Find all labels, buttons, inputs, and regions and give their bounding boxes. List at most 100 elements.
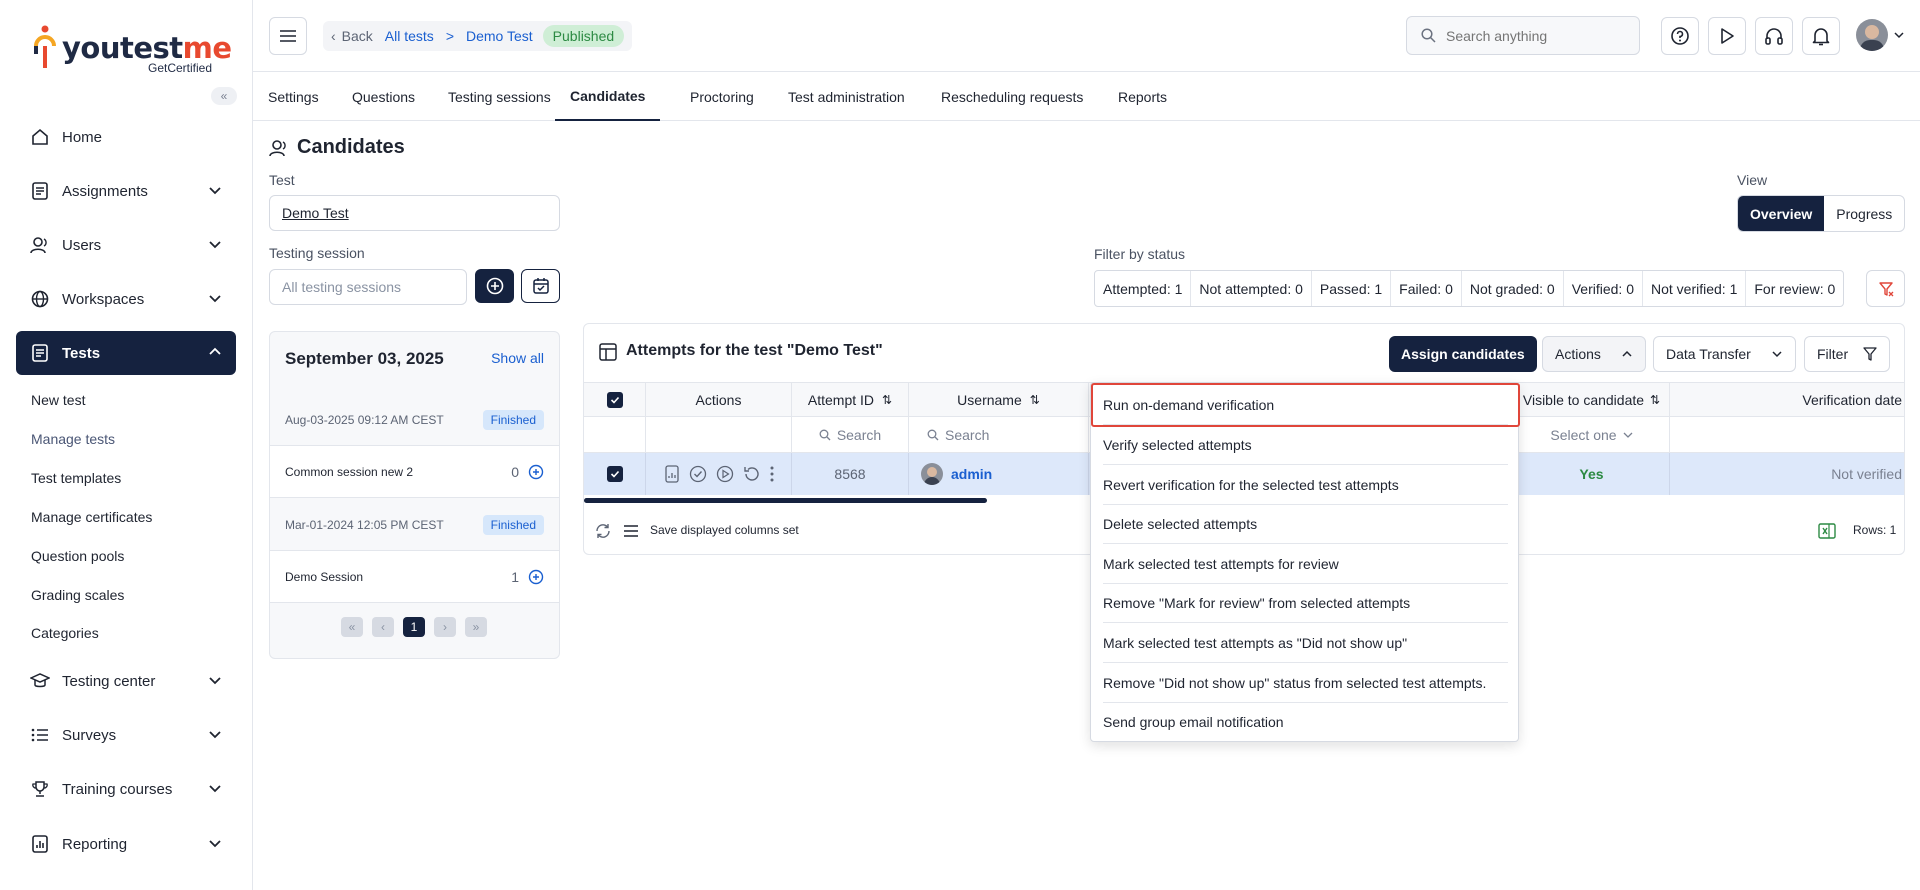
user-menu[interactable] <box>1856 19 1904 51</box>
menu-item-mark-no-show[interactable]: Mark selected test attempts as "Did not … <box>1103 623 1508 663</box>
session-row[interactable]: Common session new 2 0 <box>270 446 559 498</box>
breadcrumb: ‹ Back All tests > Demo Test Published <box>323 21 633 51</box>
actions-button[interactable]: Actions <box>1542 336 1646 372</box>
tab-rescheduling-requests[interactable]: Rescheduling requests <box>941 72 1083 121</box>
row-checkbox[interactable] <box>606 466 623 482</box>
menu-toggle-button[interactable] <box>269 17 307 55</box>
filter-attempted[interactable]: Attempted: 1 <box>1095 271 1192 306</box>
tab-reports[interactable]: Reports <box>1118 72 1167 121</box>
menu-item-delete-attempts[interactable]: Delete selected attempts <box>1103 504 1508 544</box>
clear-filter-button[interactable] <box>1866 270 1905 307</box>
page-number[interactable]: 1 <box>403 617 425 637</box>
excel-export-icon[interactable] <box>1818 522 1836 540</box>
view-overview-button[interactable]: Overview <box>1738 196 1825 231</box>
visible-filter-select[interactable]: Select one <box>1514 417 1670 453</box>
view-progress-button[interactable]: Progress <box>1824 196 1904 231</box>
tab-proctoring[interactable]: Proctoring <box>690 72 754 121</box>
horizontal-scrollbar[interactable] <box>584 498 987 503</box>
sidebar-item-workspaces[interactable]: Workspaces <box>16 277 236 321</box>
test-select[interactable]: Demo Test <box>269 195 560 231</box>
sidebar-item-reporting[interactable]: Reporting <box>16 822 236 866</box>
session-row[interactable]: Aug-03-2025 09:12 AM CEST Finished <box>270 394 559 446</box>
select-all-checkbox[interactable] <box>606 391 623 408</box>
sidebar-item-home[interactable]: Home <box>16 115 236 159</box>
column-header-verification-date[interactable]: Verification date <box>1670 382 1904 417</box>
first-page-button[interactable]: « <box>341 617 363 637</box>
sidebar-subitem-question-pools[interactable]: Question pools <box>31 548 124 564</box>
test-value-link[interactable]: Demo Test <box>282 205 349 221</box>
plus-circle-icon <box>486 277 504 295</box>
prev-page-button[interactable]: ‹ <box>372 617 394 637</box>
tab-questions[interactable]: Questions <box>352 72 415 121</box>
filter-passed[interactable]: Passed: 1 <box>1312 271 1392 306</box>
sidebar-subitem-manage-certificates[interactable]: Manage certificates <box>31 509 152 525</box>
tab-settings[interactable]: Settings <box>268 72 319 121</box>
more-icon[interactable] <box>770 466 774 482</box>
filter-icon <box>1863 347 1877 361</box>
menu-item-revert-verification[interactable]: Revert verification for the selected tes… <box>1103 465 1508 505</box>
back-link[interactable]: Back <box>342 28 373 44</box>
data-transfer-button[interactable]: Data Transfer <box>1653 336 1796 372</box>
revert-icon[interactable] <box>743 465 761 483</box>
menu-item-run-verification[interactable]: Run on-demand verification <box>1103 385 1508 425</box>
filter-not-graded[interactable]: Not graded: 0 <box>1462 271 1564 306</box>
sidebar-item-training-courses[interactable]: Training courses <box>16 767 236 811</box>
save-columns-link[interactable]: Save displayed columns set <box>650 523 799 537</box>
last-page-button[interactable]: » <box>465 617 487 637</box>
sidebar-item-surveys[interactable]: Surveys <box>16 713 236 757</box>
sidebar-subitem-grading-scales[interactable]: Grading scales <box>31 587 124 603</box>
menu-item-remove-review[interactable]: Remove "Mark for review" from selected a… <box>1103 583 1508 623</box>
sidebar-item-assignments[interactable]: Assignments <box>16 169 236 213</box>
tab-candidates[interactable]: Candidates <box>555 72 661 121</box>
play-button[interactable] <box>1708 17 1746 55</box>
username-search[interactable]: Search <box>909 417 1089 453</box>
session-row[interactable]: Demo Session 1 <box>270 551 559 603</box>
filter-not-attempted[interactable]: Not attempted: 0 <box>1191 271 1312 306</box>
columns-menu-icon[interactable] <box>623 525 639 537</box>
column-header-attempt-id[interactable]: Attempt ID ⇅ <box>792 382 909 417</box>
add-session-button[interactable] <box>475 269 514 303</box>
sidebar-subitem-new-test[interactable]: New test <box>31 392 85 408</box>
filter-not-verified[interactable]: Not verified: 1 <box>1643 271 1747 306</box>
next-page-button[interactable]: › <box>434 617 456 637</box>
username-link[interactable]: admin <box>951 466 992 482</box>
refresh-icon[interactable] <box>594 522 612 540</box>
play-circle-icon[interactable] <box>716 465 734 483</box>
breadcrumb-all-tests[interactable]: All tests <box>385 28 434 44</box>
menu-item-send-email[interactable]: Send group email notification <box>1103 702 1508 742</box>
add-candidate-icon[interactable] <box>528 464 544 480</box>
filter-verified[interactable]: Verified: 0 <box>1564 271 1643 306</box>
notifications-button[interactable] <box>1802 17 1840 55</box>
sidebar-item-testing-center[interactable]: Testing center <box>16 659 236 703</box>
filter-button[interactable]: Filter <box>1804 336 1890 372</box>
global-search[interactable] <box>1406 16 1640 55</box>
menu-item-mark-review[interactable]: Mark selected test attempts for review <box>1103 544 1508 584</box>
help-button[interactable] <box>1661 17 1699 55</box>
menu-item-verify-selected[interactable]: Verify selected attempts <box>1103 425 1508 465</box>
breadcrumb-demo-test[interactable]: Demo Test <box>466 28 533 44</box>
support-button[interactable] <box>1755 17 1793 55</box>
column-header-visible[interactable]: Visible to candidate ⇅ <box>1514 382 1670 417</box>
tab-testing-sessions[interactable]: Testing sessions <box>448 72 551 121</box>
tab-test-administration[interactable]: Test administration <box>788 72 905 121</box>
session-row[interactable]: Mar-01-2024 12:05 PM CEST Finished <box>270 499 559 551</box>
show-all-link[interactable]: Show all <box>491 350 544 366</box>
collapse-sidebar-button[interactable]: « <box>211 87 237 105</box>
add-candidate-icon[interactable] <box>528 569 544 585</box>
column-header-username[interactable]: Username ⇅ <box>909 382 1089 417</box>
attempt-id-search[interactable]: Search <box>792 417 909 453</box>
report-icon[interactable] <box>664 465 680 483</box>
sidebar-subitem-test-templates[interactable]: Test templates <box>31 470 121 486</box>
menu-item-remove-no-show[interactable]: Remove "Did not show up" status from sel… <box>1103 663 1508 703</box>
sidebar-subitem-manage-tests[interactable]: Manage tests <box>31 431 115 447</box>
search-input[interactable] <box>1446 27 1626 44</box>
calendar-button[interactable] <box>521 269 560 303</box>
verify-icon[interactable] <box>689 465 707 483</box>
assign-candidates-button[interactable]: Assign candidates <box>1389 336 1537 372</box>
sidebar-item-tests[interactable]: Tests <box>16 331 236 375</box>
filter-failed[interactable]: Failed: 0 <box>1391 271 1462 306</box>
sidebar-subitem-categories[interactable]: Categories <box>31 625 99 641</box>
sidebar-item-users[interactable]: Users <box>16 223 236 267</box>
filter-for-review[interactable]: For review: 0 <box>1746 271 1843 306</box>
testing-session-select[interactable]: All testing sessions <box>269 269 467 305</box>
